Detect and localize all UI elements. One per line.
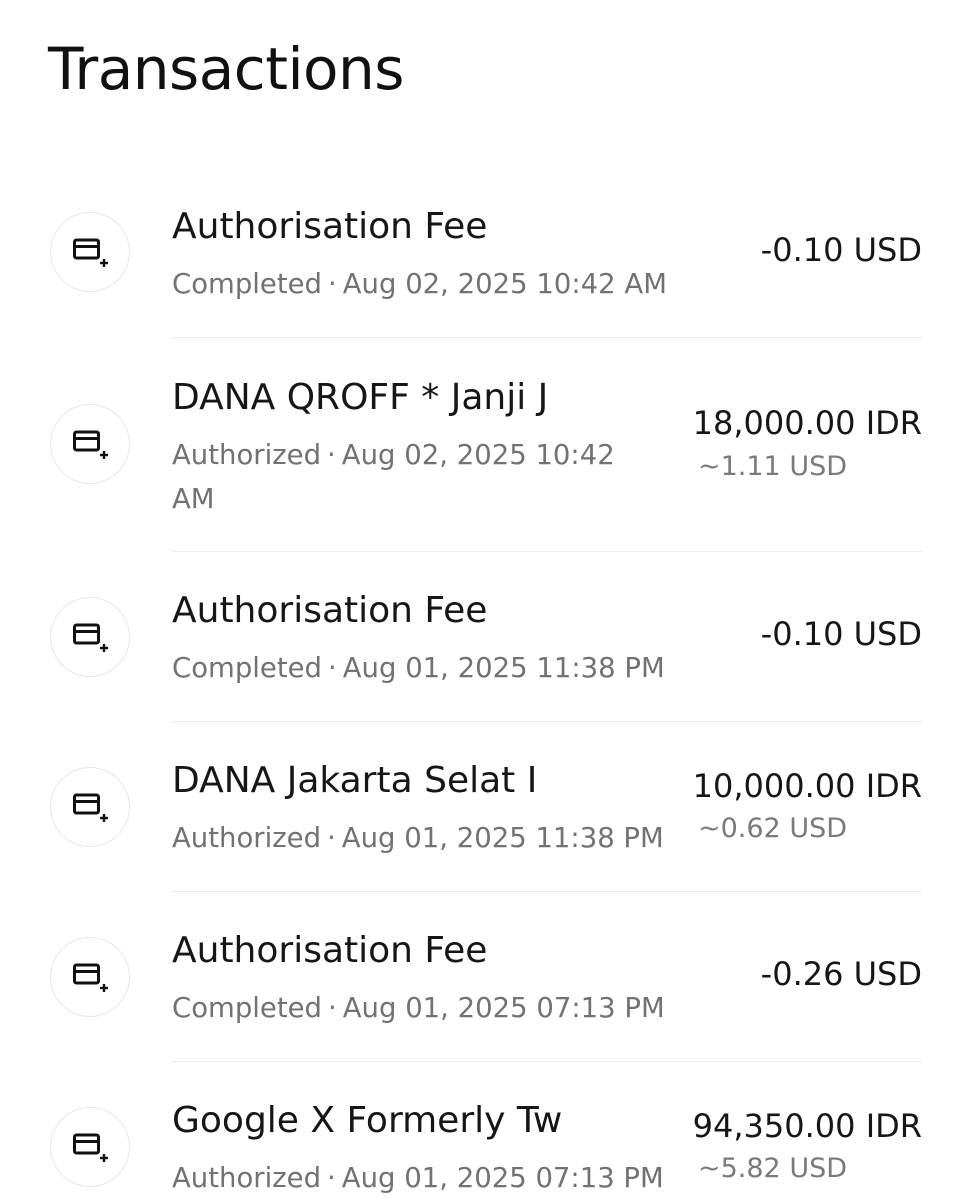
transaction-status: Completed xyxy=(172,268,322,300)
transaction-meta: Completed · Aug 01, 2025 07:13 PM xyxy=(172,986,692,1030)
transaction-status: Completed xyxy=(172,992,322,1024)
separator-dot: · xyxy=(328,992,337,1024)
transaction-meta: Authorized · Aug 02, 2025 10:42 AM xyxy=(172,433,642,521)
transaction-row[interactable]: Authorisation Fee Completed · Aug 02, 2025… xyxy=(0,0,972,338)
transaction-status: Authorized xyxy=(172,1162,322,1194)
transaction-meta: Completed · Aug 01, 2025 11:38 PM xyxy=(172,646,692,690)
transaction-row[interactable]: Authorisation Fee Completed · Aug 01, 2025… xyxy=(0,552,972,722)
transaction-datetime: Aug 01, 2025 07:13 PM xyxy=(342,992,665,1024)
transaction-status: Authorized xyxy=(172,439,322,471)
card-add-icon xyxy=(50,937,130,1017)
transaction-meta: Authorized · Aug 01, 2025 07:13 PM xyxy=(172,1156,692,1200)
transaction-title: Authorisation Fee xyxy=(172,930,488,971)
transaction-amount: 10,000.00 IDR xyxy=(692,767,922,805)
transaction-row[interactable]: Google X Formerly Tw Authorized · Aug 01, … xyxy=(0,1062,972,1200)
transaction-title: Authorisation Fee xyxy=(172,590,488,631)
transaction-meta: Authorized · Aug 01, 2025 11:38 PM xyxy=(172,816,672,860)
transaction-status: Completed xyxy=(172,652,322,684)
transaction-datetime: Aug 02, 2025 10:42 AM xyxy=(342,268,667,300)
transaction-datetime: Aug 01, 2025 11:38 PM xyxy=(341,822,664,854)
transaction-datetime: Aug 01, 2025 07:13 PM xyxy=(341,1162,664,1194)
transaction-title: DANA QROFF * Janji J xyxy=(172,377,549,418)
transaction-row[interactable]: DANA QROFF * Janji J Authorized · Aug 02, … xyxy=(0,338,972,551)
card-add-icon xyxy=(50,404,130,484)
transaction-row[interactable]: Authorisation Fee Completed · Aug 01, 2025… xyxy=(0,892,972,1062)
card-add-icon xyxy=(50,1107,130,1187)
transaction-converted-amount: ~0.62 USD xyxy=(698,813,848,844)
transaction-title: Google X Formerly Tw xyxy=(172,1100,563,1141)
card-add-icon xyxy=(50,212,130,292)
separator-dot: · xyxy=(327,822,336,854)
transaction-amount: -0.10 USD xyxy=(760,615,922,653)
transaction-meta: Completed · Aug 02, 2025 10:42 AM xyxy=(172,262,692,306)
transaction-status: Authorized xyxy=(172,822,322,854)
transaction-amount: 94,350.00 IDR xyxy=(692,1107,922,1145)
transactions-screen: Transactions Authorisation Fee Completed… xyxy=(0,0,972,1200)
transaction-datetime: Aug 01, 2025 11:38 PM xyxy=(342,652,665,684)
separator-dot: · xyxy=(327,1162,336,1194)
transaction-row[interactable]: DANA Jakarta Selat I Authorized · Aug 01, … xyxy=(0,722,972,892)
transaction-amount: -0.26 USD xyxy=(760,955,922,993)
transaction-amount: -0.10 USD xyxy=(760,231,922,269)
card-add-icon xyxy=(50,767,130,847)
separator-dot: · xyxy=(328,652,337,684)
separator-dot: · xyxy=(328,268,337,300)
transaction-title: DANA Jakarta Selat I xyxy=(172,760,538,801)
transaction-converted-amount: ~5.82 USD xyxy=(698,1153,848,1184)
transaction-converted-amount: ~1.11 USD xyxy=(698,451,848,482)
transaction-amount: 18,000.00 IDR xyxy=(692,404,922,442)
card-add-icon xyxy=(50,597,130,677)
transaction-title: Authorisation Fee xyxy=(172,206,488,247)
separator-dot: · xyxy=(327,439,336,471)
